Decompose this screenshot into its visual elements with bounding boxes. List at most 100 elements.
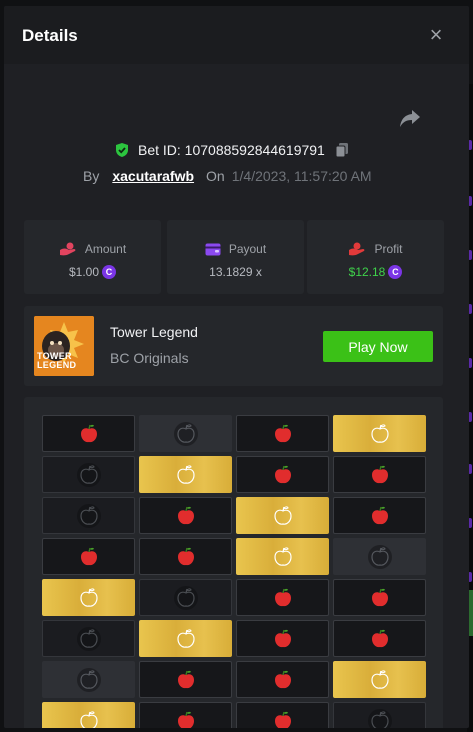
apple-outline-icon	[370, 423, 389, 443]
game-board	[24, 397, 443, 728]
tile-unrevealed	[42, 497, 135, 534]
apple-badge-icon	[76, 626, 101, 651]
play-now-button[interactable]: Play Now	[323, 331, 433, 362]
apple-icon	[371, 506, 388, 524]
apple-badge-icon	[367, 544, 392, 569]
tile-apple	[236, 415, 329, 452]
apple-icon	[371, 588, 388, 606]
apple-icon	[177, 670, 194, 688]
tile-apple	[42, 538, 135, 575]
bet-id-row: Bet ID: 107088592844619791	[114, 140, 349, 160]
bet-datetime: 1/4/2023, 11:57:20 AM	[231, 168, 372, 184]
game-name: Tower Legend	[110, 324, 198, 340]
tile-gold	[139, 456, 232, 493]
tile-gold	[139, 620, 232, 657]
apple-outline-icon	[79, 710, 98, 728]
profit-card: Profit $12.18 C	[307, 220, 444, 294]
profit-label: Profit	[374, 242, 403, 256]
tile-unrevealed	[42, 456, 135, 493]
profit-hand-icon	[349, 242, 365, 256]
tile-revealed-empty	[333, 538, 426, 575]
tile-gold	[236, 497, 329, 534]
tile-apple	[236, 620, 329, 657]
tile-apple	[42, 415, 135, 452]
apple-icon	[274, 670, 291, 688]
thumbnail-text: TOWER LEGEND	[37, 351, 77, 370]
profit-value: $12.18	[348, 265, 386, 279]
tile-apple	[333, 579, 426, 616]
coin-icon: C	[102, 265, 117, 279]
apple-badge-icon	[173, 585, 198, 610]
apple-icon	[371, 629, 388, 647]
payout-value: 13.1829 x	[209, 265, 262, 279]
tile-gold	[236, 538, 329, 575]
apple-icon	[371, 465, 388, 483]
apple-icon	[274, 424, 291, 442]
apple-badge-icon	[367, 708, 392, 728]
share-icon[interactable]	[398, 106, 422, 130]
apple-outline-icon	[273, 546, 292, 566]
username-link[interactable]: xacutarafwb	[112, 168, 194, 184]
by-label: By	[83, 168, 100, 184]
tile-apple	[333, 456, 426, 493]
apple-icon	[274, 629, 291, 647]
close-icon[interactable]: ×	[426, 24, 446, 46]
bet-owner-row: By xacutarafwb On 1/4/2023, 11:57:20 AM	[83, 166, 372, 186]
dialog-header: Details ×	[4, 6, 469, 64]
apple-badge-icon	[173, 421, 198, 446]
apple-outline-icon	[79, 587, 98, 607]
apple-badge-icon	[76, 462, 101, 487]
tile-apple	[236, 456, 329, 493]
amount-card: Amount $1.00 C	[24, 220, 161, 294]
tile-apple	[139, 538, 232, 575]
amount-label: Amount	[84, 242, 127, 256]
apple-icon	[177, 506, 194, 524]
apple-icon	[80, 547, 97, 565]
apple-badge-icon	[76, 503, 101, 528]
tile-apple	[236, 702, 329, 728]
coin-icon: C	[388, 265, 403, 279]
payout-card: Payout 13.1829 x	[167, 220, 304, 294]
apple-badge-icon	[76, 667, 101, 692]
details-dialog: Details × Bet ID: 107088592844619791 By …	[4, 6, 469, 728]
tile-unrevealed	[333, 702, 426, 728]
tile-apple	[333, 497, 426, 534]
apple-icon	[274, 711, 291, 728]
tile-apple	[236, 661, 329, 698]
dialog-title: Details	[22, 26, 78, 45]
apple-outline-icon	[176, 628, 195, 648]
game-card: TOWER LEGEND Tower Legend BC Originals P…	[24, 306, 443, 386]
apple-outline-icon	[176, 464, 195, 484]
game-thumbnail[interactable]: TOWER LEGEND	[34, 316, 94, 376]
copy-icon[interactable]	[335, 142, 349, 158]
tile-apple	[139, 661, 232, 698]
apple-icon	[80, 424, 97, 442]
game-provider: BC Originals	[110, 350, 189, 366]
apple-icon	[274, 588, 291, 606]
tile-apple	[333, 620, 426, 657]
tile-unrevealed	[42, 620, 135, 657]
apple-icon	[177, 547, 194, 565]
tile-apple	[236, 579, 329, 616]
verified-shield-icon	[116, 143, 128, 157]
apple-outline-icon	[370, 669, 389, 689]
tile-apple	[139, 702, 232, 728]
board-grid	[42, 415, 426, 728]
wallet-icon	[205, 243, 221, 255]
tile-gold	[333, 661, 426, 698]
apple-icon	[177, 711, 194, 728]
tile-unrevealed	[139, 579, 232, 616]
tile-apple	[139, 497, 232, 534]
tile-gold	[42, 579, 135, 616]
hand-coins-icon	[59, 242, 76, 256]
tile-gold	[333, 415, 426, 452]
payout-label: Payout	[228, 242, 267, 256]
tile-gold	[42, 702, 135, 728]
bet-id: Bet ID: 107088592844619791	[138, 142, 325, 158]
on-label: On	[206, 168, 225, 184]
tile-revealed-empty	[139, 415, 232, 452]
tile-revealed-empty	[42, 661, 135, 698]
apple-outline-icon	[273, 505, 292, 525]
amount-value: $1.00	[68, 265, 100, 279]
apple-icon	[274, 465, 291, 483]
